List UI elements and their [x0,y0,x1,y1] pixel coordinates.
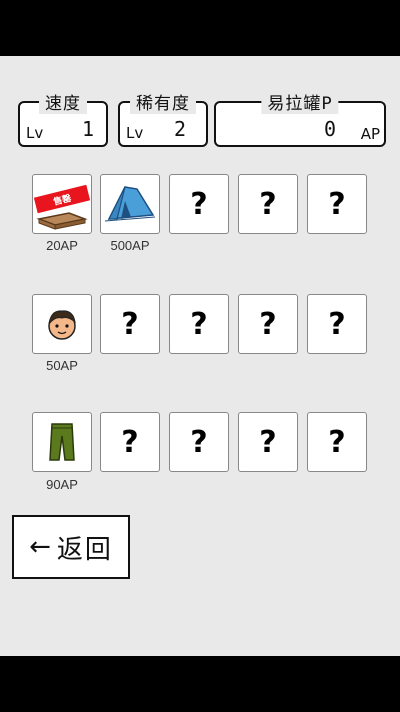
game-screen: 速度 Lv 1 稀有度 Lv 2 易拉罐P 0 AP 售罄 20AP 500AP… [0,56,400,656]
speed-stat-box: 速度 Lv 1 [18,89,108,147]
shop-slot-ramen[interactable]: 售罄 [32,174,92,234]
speed-level-value: 1 [81,117,94,141]
shop-slot-pants[interactable] [32,412,92,472]
question-icon: ? [121,306,139,342]
shop-slot-locked[interactable]: ? [307,294,367,354]
rarity-stat-box: 稀有度 Lv 2 [118,89,208,147]
tent-icon [104,186,156,222]
shop-slot-tent[interactable] [100,174,160,234]
back-button[interactable]: ← 返回 [12,515,130,579]
question-icon: ? [328,306,346,342]
shop-slot-locked[interactable]: ? [238,294,298,354]
price-pants: 90AP [46,477,78,492]
shop-slot-face[interactable] [32,294,92,354]
price-face: 50AP [46,358,78,373]
speed-stat-title: 速度 [39,89,87,114]
question-icon: ? [328,424,346,460]
question-icon: ? [190,424,208,460]
rarity-level-value: 2 [173,117,186,141]
shop-slot-locked[interactable]: ? [169,174,229,234]
pants-icon [49,423,75,461]
shop-slot-locked[interactable]: ? [307,412,367,472]
price-ramen: 20AP [46,238,78,253]
rarity-lv-label: Lv [126,124,144,142]
question-icon: ? [259,424,277,460]
price-tent: 500AP [110,238,150,253]
speed-lv-label: Lv [26,124,44,142]
question-icon: ? [190,306,208,342]
shop-slot-locked[interactable]: ? [238,174,298,234]
back-button-label: 返回 [56,534,113,565]
face-icon [48,310,76,340]
cans-points-title: 易拉罐P [261,89,339,114]
question-icon: ? [121,424,139,460]
question-icon: ? [259,186,277,222]
cans-points-value: 0 [323,117,336,141]
sale-ramen-icon: 售罄 [33,184,91,230]
question-icon: ? [328,186,346,222]
shop-slot-locked[interactable]: ? [100,294,160,354]
question-icon: ? [190,186,208,222]
back-arrow-icon: ← [29,532,53,562]
rarity-stat-title: 稀有度 [130,89,196,114]
shop-slot-locked[interactable]: ? [307,174,367,234]
shop-slot-locked[interactable]: ? [100,412,160,472]
shop-slot-locked[interactable]: ? [169,294,229,354]
shop-slot-locked[interactable]: ? [169,412,229,472]
cans-points-unit: AP [360,125,380,143]
shop-slot-locked[interactable]: ? [238,412,298,472]
cans-points-box: 易拉罐P 0 AP [214,89,386,147]
question-icon: ? [259,306,277,342]
